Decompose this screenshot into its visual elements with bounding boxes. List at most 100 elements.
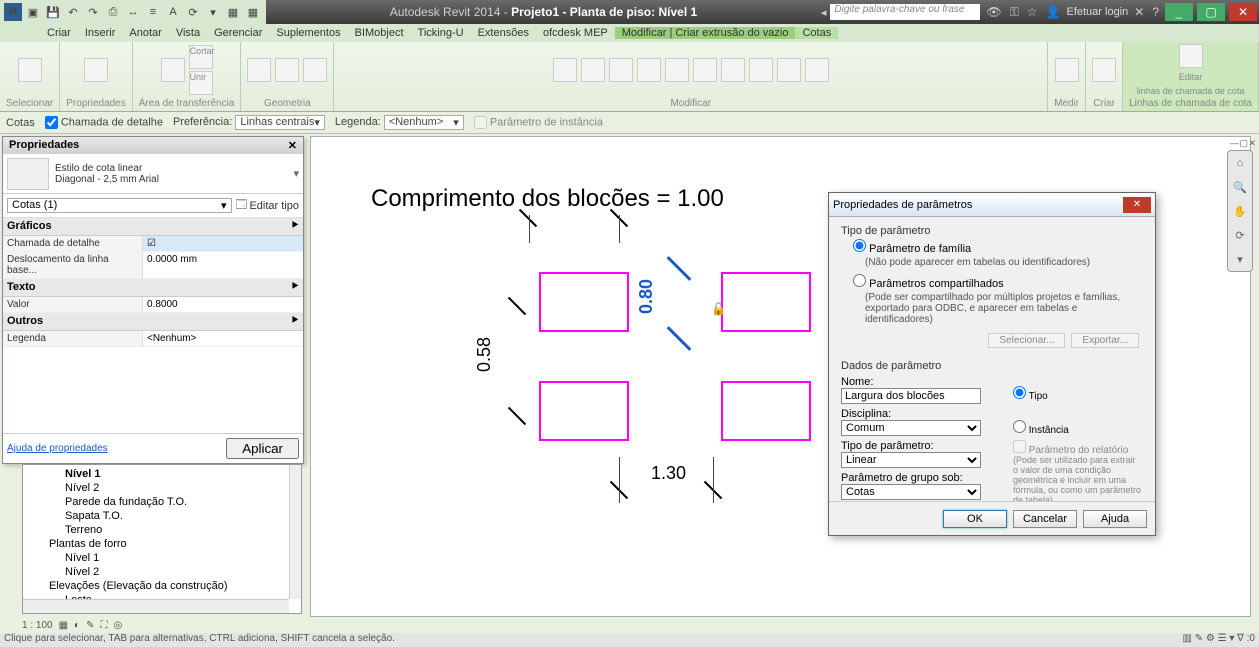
block-bl[interactable] [539,381,629,441]
nome-field[interactable] [841,388,981,404]
cat-texto[interactable]: Texto⯈ [3,279,303,297]
block-tl[interactable] [539,272,629,332]
sync-icon[interactable]: ⟳ [184,3,202,21]
close-button[interactable]: ✕ [1229,3,1257,21]
tab-gerenciar[interactable]: Gerenciar [207,27,269,39]
cancel-button[interactable]: Cancelar [1013,510,1077,528]
export-shared-button[interactable]: Exportar... [1071,333,1139,348]
undo-icon[interactable]: ↶ [64,3,82,21]
legend-dropdown[interactable]: <Nenhum>▾ [384,115,464,130]
key-icon[interactable]: ⚿ [1008,5,1021,20]
redo-icon[interactable]: ↷ [84,3,102,21]
block-br[interactable] [721,381,811,441]
binoculars-icon[interactable]: 👁 [984,5,1003,19]
mod4-icon[interactable] [637,58,661,82]
measure-icon[interactable]: ↔ [124,3,142,21]
tab-modificar-context[interactable]: Modificar | Criar extrusão do vazio [615,27,796,39]
dim-130[interactable]: 1.30 [651,463,686,484]
prop-chamada-checkbox[interactable]: ☑ [143,236,303,251]
status-right-icons[interactable]: ▥ ✎ ⚙ ☰ ▾ ∇ :0 [1183,633,1255,647]
orbit-icon[interactable]: ⟳ [1231,226,1249,244]
selection-filter-dropdown[interactable]: Cotas (1)▾ [7,198,232,213]
ext1-icon[interactable]: ▦ [224,3,242,21]
properties-help-link[interactable]: Ajuda de propriedades [7,443,108,454]
geom2-icon[interactable] [275,58,299,82]
tab-bimobject[interactable]: BIMobject [348,27,411,39]
mod3-icon[interactable] [609,58,633,82]
tree-item[interactable]: Plantas de forro [25,537,299,551]
mod8-icon[interactable] [749,58,773,82]
prop-desloc-field[interactable]: 0.0000 mm [143,252,303,278]
user-icon[interactable]: 👤 [1044,5,1063,19]
tree-hscrollbar[interactable] [23,599,289,613]
cat-outros[interactable]: Outros⯈ [3,313,303,331]
ok-button[interactable]: OK [943,510,1007,528]
exchange-icon[interactable]: ✕ [1132,5,1146,19]
tree-item[interactable]: Nível 2 [25,481,299,495]
radio-tipo[interactable]: Tipo [1013,391,1048,402]
tab-criar[interactable]: Criar [40,27,78,39]
login-link[interactable]: Efetuar login [1066,6,1128,18]
mod7-icon[interactable] [721,58,745,82]
vc3-icon[interactable]: ✎ [86,620,94,631]
tab-vista[interactable]: Vista [169,27,207,39]
help-button[interactable]: Ajuda [1083,510,1147,528]
select-tool-icon[interactable] [18,58,42,82]
align-icon[interactable]: ≡ [144,3,162,21]
tree-item[interactable]: Sapata T.O. [25,509,299,523]
dim-080[interactable]: 0.80 [636,279,657,314]
tree-item[interactable]: Parede da fundação T.O. [25,495,299,509]
tree-item[interactable]: Terreno [25,523,299,537]
disciplina-dropdown[interactable]: Comum [841,420,981,436]
radio-compartilhado[interactable]: Parâmetros compartilhados [853,278,1004,290]
open-icon[interactable]: ▣ [24,3,42,21]
prop-valor-field[interactable]: 0.8000 [143,297,303,312]
tree-vscrollbar[interactable] [289,465,301,599]
create-icon[interactable] [1092,58,1116,82]
chevron-down-icon[interactable]: ▾ [293,167,299,180]
search-input[interactable]: Digite palavra-chave ou frase [830,4,980,20]
tab-suplementos[interactable]: Suplementos [269,27,347,39]
properties-close-icon[interactable]: ✕ [288,139,297,152]
tab-cotas[interactable]: Cotas [795,27,838,39]
tab-inserir[interactable]: Inserir [78,27,123,39]
pref-dropdown[interactable]: Linhas centrais▾ [235,115,325,130]
mod5-icon[interactable] [665,58,689,82]
print-icon[interactable]: ⎙ [104,3,122,21]
block-tr[interactable] [721,272,811,332]
help-icon[interactable]: ? [1150,5,1161,19]
cut-label[interactable]: Cortar [189,45,213,69]
mod9-icon[interactable] [777,58,801,82]
maximize-button[interactable]: ▢ [1197,3,1225,21]
edit-lines-icon[interactable] [1179,44,1203,68]
tree-item[interactable]: Nível 1 [25,551,299,565]
tipo-param-dropdown[interactable]: Linear [841,452,981,468]
mod6-icon[interactable] [693,58,717,82]
vc5-icon[interactable]: ◎ [113,620,122,631]
grupo-dropdown[interactable]: Cotas [841,484,981,500]
ext2-icon[interactable]: ▦ [244,3,262,21]
geom1-icon[interactable] [247,58,271,82]
view-corner-icons[interactable]: — ▢ ✕ [1230,138,1255,149]
dialog-close-button[interactable]: ✕ [1123,197,1151,213]
zoom-icon[interactable]: 🔍 [1231,178,1249,196]
edit-type-button[interactable]: 🗔Editar tipo [236,196,299,215]
mod1-icon[interactable] [553,58,577,82]
tab-extensoes[interactable]: Extensões [471,27,536,39]
paste-icon[interactable] [161,58,185,82]
measure-icon[interactable] [1055,58,1079,82]
more-icon[interactable]: ▾ [204,3,222,21]
instance-param-checkbox[interactable]: Parâmetro de instância [474,116,603,129]
dim-058[interactable]: 0.58 [474,337,495,372]
apply-button[interactable]: Aplicar [226,438,299,459]
join-label[interactable]: Unir [189,71,213,95]
minimize-button[interactable]: _ [1165,3,1193,21]
vc1-icon[interactable]: ▦ [59,620,68,631]
app-icon[interactable]: R [4,3,22,21]
star-icon[interactable]: ☆ [1025,5,1040,19]
mod10-icon[interactable] [805,58,829,82]
project-browser[interactable]: Nível 1Nível 2Parede da fundação T.O.Sap… [22,464,302,614]
tree-item[interactable]: Nível 2 [25,565,299,579]
prop-legenda-field[interactable]: <Nenhum> [143,331,303,346]
type-selector[interactable]: Estilo de cota linearDiagonal - 2,5 mm A… [3,154,303,194]
